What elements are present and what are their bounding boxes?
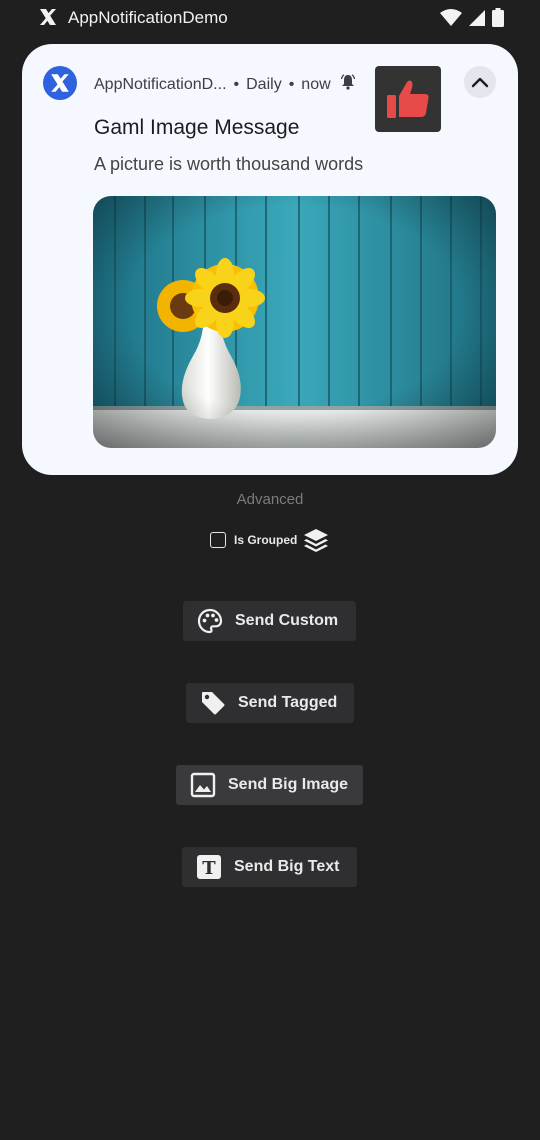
app-x-icon xyxy=(40,9,56,25)
palette-icon xyxy=(197,608,223,634)
is-grouped-checkbox[interactable] xyxy=(210,532,226,548)
thumbs-up-icon xyxy=(387,80,429,118)
send-big-text-label: Send Big Text xyxy=(234,858,340,875)
notification-text: A picture is worth thousand words xyxy=(94,154,364,174)
expand-collapse-button[interactable] xyxy=(464,66,496,98)
wifi-icon xyxy=(440,8,462,26)
sunflower-vase-picture xyxy=(93,196,496,448)
header-separator: • xyxy=(233,75,240,93)
notification-app-icon xyxy=(43,66,77,100)
layers-icon xyxy=(304,529,329,552)
is-grouped-row[interactable]: Is Grouped xyxy=(210,527,329,553)
tag-icon xyxy=(200,690,226,716)
status-bar-title: AppNotificationDemo xyxy=(68,8,228,27)
text-icon: T xyxy=(196,854,222,880)
notification-time: now xyxy=(301,75,331,93)
notification-channel: Daily xyxy=(246,75,282,93)
advanced-section-label: Advanced xyxy=(236,491,304,508)
chevron-up-icon xyxy=(471,77,489,88)
notification-app-name: AppNotificationD... xyxy=(94,75,227,93)
signal-icon xyxy=(469,9,485,26)
notification-title: Gaml Image Message xyxy=(94,116,300,139)
send-tagged-label: Send Tagged xyxy=(238,694,338,711)
notification-card[interactable]: AppNotificationD... • Daily • now Gaml I… xyxy=(22,44,518,475)
notification-big-image xyxy=(93,196,496,448)
image-icon xyxy=(190,772,216,798)
notification-header: AppNotificationD... • Daily • now xyxy=(94,74,355,95)
send-big-image-button[interactable]: Send Big Image xyxy=(176,765,363,805)
header-separator: • xyxy=(288,75,295,93)
svg-text:T: T xyxy=(202,858,216,879)
status-bar: AppNotificationDemo xyxy=(0,0,540,36)
app-x-icon xyxy=(51,74,69,92)
alerting-bell-icon xyxy=(340,74,355,95)
send-tagged-button[interactable]: Send Tagged xyxy=(186,683,354,723)
send-custom-button[interactable]: Send Custom xyxy=(183,601,356,641)
send-custom-label: Send Custom xyxy=(235,612,339,629)
send-big-image-label: Send Big Image xyxy=(228,776,349,793)
send-big-text-button[interactable]: T Send Big Text xyxy=(182,847,357,887)
battery-icon xyxy=(492,8,504,27)
notification-large-icon xyxy=(375,66,441,132)
is-grouped-label: Is Grouped xyxy=(234,533,298,547)
